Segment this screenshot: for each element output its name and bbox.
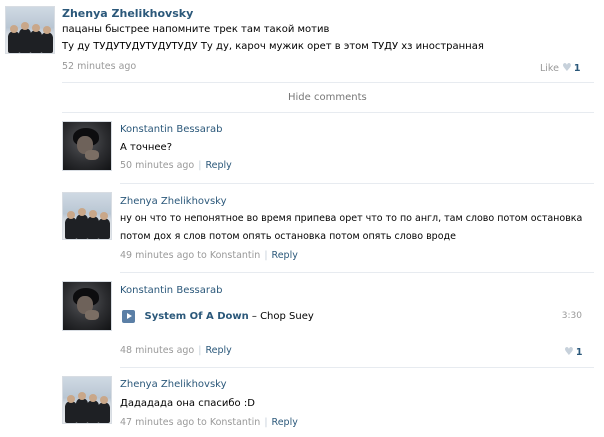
comment-meta: 49 minutes ago to Konstantin | Reply (120, 250, 298, 261)
divider (120, 367, 594, 368)
comment-author[interactable]: Konstantin Bessarab (120, 285, 222, 296)
comment-meta: 50 minutes ago | Reply (120, 160, 232, 171)
like-label: Like (540, 63, 559, 74)
comment-text-line-1: ну он что то непонятное во время припева… (120, 213, 583, 224)
comment-time[interactable]: 48 minutes ago (120, 345, 194, 356)
reply-link[interactable]: Reply (205, 160, 231, 171)
comment-like-button[interactable]: ♥ 1 (564, 345, 583, 358)
reply-link[interactable]: Reply (272, 250, 298, 261)
comment-avatar[interactable] (62, 281, 112, 331)
play-icon[interactable] (122, 309, 135, 323)
reply-link[interactable]: Reply (272, 417, 298, 428)
divider (62, 112, 594, 113)
like-count: 1 (573, 63, 581, 74)
post-time[interactable]: 52 minutes ago (62, 61, 136, 72)
track-title[interactable]: Chop Suey (260, 311, 314, 322)
comment-text-line-2: потом дох я слов потом опять остановка п… (120, 231, 456, 242)
divider (120, 272, 594, 273)
post-like-button[interactable]: Like ♥ 1 (540, 61, 580, 74)
audio-track[interactable]: System Of A Down – Chop Suey 3:30 (122, 309, 582, 325)
track-artist[interactable]: System Of A Down (145, 311, 249, 322)
comment-time[interactable]: 49 minutes ago to Konstantin (120, 250, 260, 261)
comment-time[interactable]: 47 minutes ago to Konstantin (120, 417, 260, 428)
comment-author[interactable]: Konstantin Bessarab (120, 124, 222, 135)
comment-text: А точнее? (120, 142, 173, 153)
comment-avatar[interactable] (62, 376, 112, 424)
divider (120, 183, 594, 184)
reply-link[interactable]: Reply (205, 345, 231, 356)
divider (62, 82, 594, 83)
comment-author[interactable]: Zhenya Zhelikhovsky (120, 196, 227, 207)
track-duration: 3:30 (561, 311, 582, 321)
heart-icon: ♥ (561, 61, 572, 74)
comment-time[interactable]: 50 minutes ago (120, 160, 194, 171)
post-text-line-1: пацаны быстрее напомните трек там такой … (62, 24, 330, 35)
comment-meta: 47 minutes ago to Konstantin | Reply (120, 417, 298, 428)
track-dash: – (248, 311, 261, 322)
comment-meta: 48 minutes ago | Reply (120, 345, 232, 356)
comment-avatar[interactable] (62, 192, 112, 240)
comment-text: Дададада она спасибо :D (120, 398, 255, 409)
like-count: 1 (575, 347, 583, 358)
post-author[interactable]: Zhenya Zhelikhovsky (62, 7, 193, 20)
heart-icon: ♥ (564, 345, 574, 358)
post-avatar[interactable] (5, 6, 55, 54)
post-text-line-2: Ту ду ТУДУТУДУТУДУТУДУ Ту ду, кароч мужи… (62, 41, 484, 52)
hide-comments-link[interactable]: Hide comments (288, 92, 367, 103)
comment-author[interactable]: Zhenya Zhelikhovsky (120, 379, 227, 390)
comment-avatar[interactable] (62, 121, 112, 171)
